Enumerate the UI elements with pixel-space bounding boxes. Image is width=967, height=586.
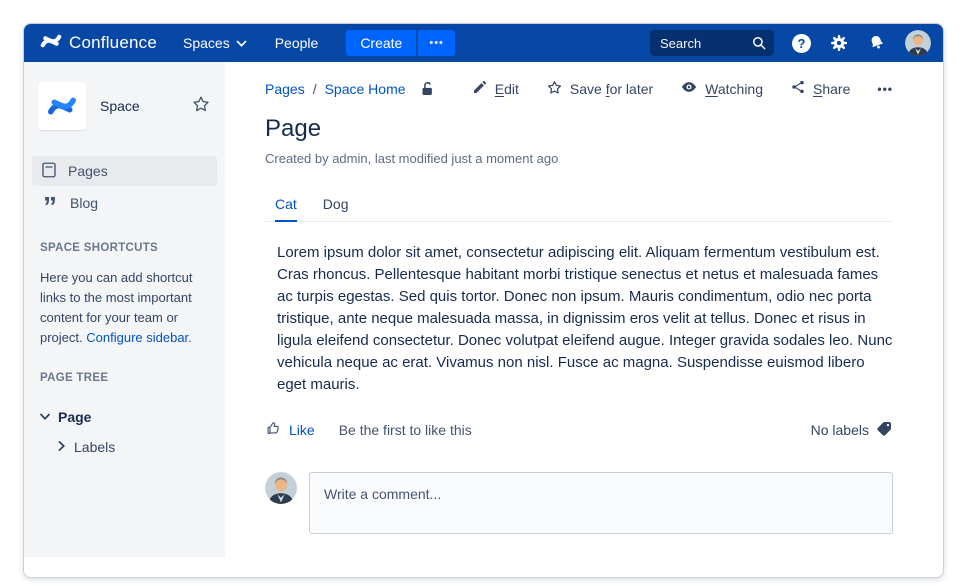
confluence-home-link[interactable]: Confluence [40,30,157,57]
edit-button[interactable]: Edit [472,79,519,98]
page-actions: Edit Save for later [472,78,893,99]
like-button[interactable]: Like [265,420,315,440]
search-box [650,30,774,56]
save-for-later-button[interactable]: Save for later [546,79,653,99]
content-tabs: Cat Dog [265,196,893,222]
page-toolbar: Pages / Space Home [265,78,893,99]
space-shortcuts-text: Here you can add shortcut links to the m… [40,268,209,348]
create-more-button[interactable]: ••• [418,30,455,56]
breadcrumb-space-home-link[interactable]: Space Home [325,81,406,97]
tree-item-labels[interactable]: Labels [36,432,213,462]
page-content-area: Pages / Space Home [225,62,943,577]
app-body: Space Pages [24,62,943,577]
settings-gear-icon[interactable] [829,33,849,53]
nav-people[interactable]: People [275,35,319,51]
space-logo[interactable] [38,82,86,130]
commenter-avatar[interactable] [265,472,297,504]
top-menu: Spaces People [183,35,318,51]
share-button[interactable]: Share [790,79,850,98]
social-bar: Like Be the first to like this No labels [265,420,893,440]
quick-comment [265,472,893,534]
page-tree: Page Labels [36,402,213,462]
page-byline: Created by admin, last modified just a m… [265,151,893,166]
share-icon [790,79,806,98]
page-tree-header: PAGE TREE [40,372,209,384]
breadcrumb-separator: / [313,81,317,97]
configure-sidebar-link[interactable]: Configure sidebar [86,330,188,345]
pencil-icon [472,79,488,98]
chevron-down-icon[interactable] [40,408,50,426]
user-avatar[interactable] [905,30,931,56]
top-navigation-bar: Confluence Spaces People Create ••• [24,24,943,62]
blog-quote-icon [40,195,60,212]
breadcrumb-pages-link[interactable]: Pages [265,81,305,97]
pages-document-icon [40,161,58,182]
star-icon [546,79,563,99]
chevron-down-icon [236,35,247,51]
nav-spaces[interactable]: Spaces [183,35,247,51]
watching-button[interactable]: Watching [680,78,763,99]
chevron-right-icon[interactable] [58,438,66,456]
space-header: Space [36,82,213,130]
like-hint-text: Be the first to like this [339,422,472,438]
page-body-paragraph: Lorem ipsum dolor sit amet, consectetur … [277,242,893,396]
confluence-logo-icon [40,30,62,57]
tree-item-page[interactable]: Page [36,402,213,432]
space-name[interactable]: Space [100,98,177,114]
sidebar-item-pages[interactable]: Pages [32,156,217,186]
tab-dog[interactable]: Dog [323,196,349,222]
favorite-star-icon[interactable] [191,94,211,119]
screen: Confluence Spaces People Create ••• [0,0,967,586]
labels-button[interactable]: No labels [811,420,893,440]
tab-cat[interactable]: Cat [275,196,297,222]
eye-icon [680,78,698,99]
sidebar-item-blog[interactable]: Blog [32,188,217,218]
notifications-bell-icon[interactable] [867,33,887,53]
space-sidebar: Space Pages [24,62,225,577]
create-button[interactable]: Create [346,30,416,56]
topbar-right-group [650,30,931,56]
page-title: Page [265,115,893,143]
comment-input[interactable] [309,472,893,534]
space-shortcuts-header: SPACE SHORTCUTS [40,242,209,254]
create-split-button: Create ••• [346,30,455,56]
user-avatar-image [905,30,931,56]
product-name: Confluence [69,33,157,53]
search-icon[interactable] [751,35,767,51]
more-actions-button[interactable]: ••• [877,82,893,96]
app-window: Confluence Spaces People Create ••• [23,23,944,578]
tag-icon [876,420,893,440]
thumbs-up-icon [265,420,282,440]
breadcrumb: Pages / Space Home [265,80,436,98]
help-icon[interactable] [792,34,811,53]
unlocked-padlock-icon[interactable] [418,80,436,98]
